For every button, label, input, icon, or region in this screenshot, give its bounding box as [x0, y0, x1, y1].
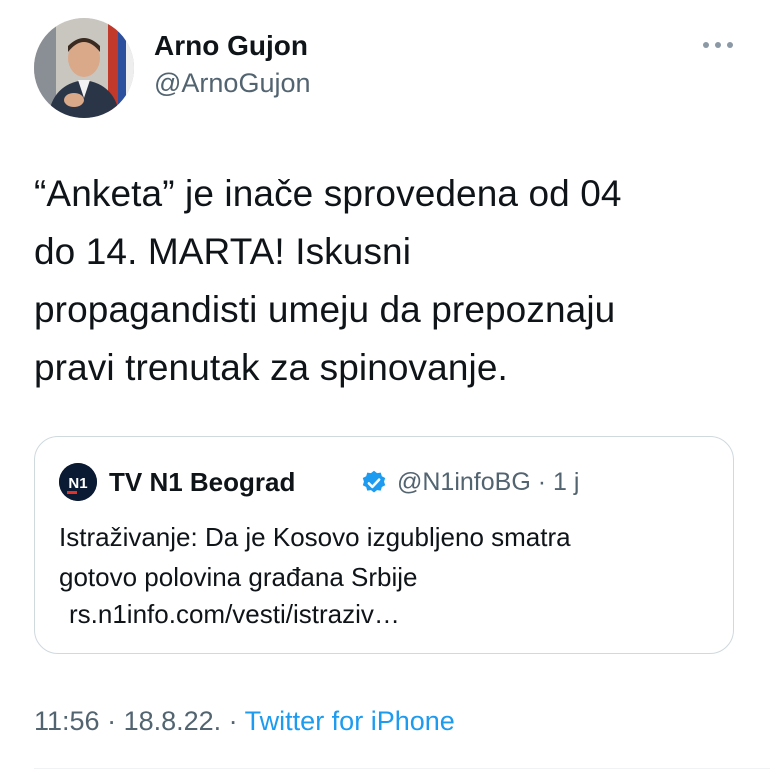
author-name[interactable]: Arno Gujon: [154, 30, 308, 62]
tweet-text-line: do 14. MARTA! Iskusni: [34, 231, 412, 272]
author-handle[interactable]: @ArnoGujon: [154, 68, 311, 99]
tweet-source-link[interactable]: Twitter for iPhone: [245, 706, 455, 736]
quoted-tweet-card[interactable]: N1 TV N1 Beograd @N1infoBG · 1 j Istraži…: [34, 436, 734, 654]
author-avatar[interactable]: [34, 18, 134, 118]
quoted-text-line: Istraživanje: Da je Kosovo izgubljeno sm…: [59, 522, 571, 552]
quoted-text-line: gotovo polovina građana Srbije: [59, 562, 418, 592]
meta-separator: ·: [221, 706, 245, 736]
verified-badge-icon: [360, 469, 388, 497]
tweet-meta: 11:56 · 18.8.22. · Twitter for iPhone: [34, 706, 455, 737]
quoted-link[interactable]: rs.n1info.com/vesti/istraziv…: [69, 599, 400, 630]
divider: [34, 768, 770, 769]
tweet-text: “Anketa” je inače sprovedena od 04 do 14…: [34, 165, 754, 397]
tweet-time[interactable]: 11:56: [34, 706, 100, 736]
tweet-text-line: “Anketa” je inače sprovedena od 04: [34, 173, 622, 214]
quoted-handle-time: @N1infoBG · 1 j: [397, 468, 580, 496]
more-options-icon: [703, 42, 733, 48]
tweet-text-line: pravi trenutak za spinovanje.: [34, 347, 508, 388]
tweet-text-line: propagandisti umeju da prepoznaju: [34, 289, 616, 330]
quoted-author-avatar: N1: [59, 463, 97, 501]
tweet-date[interactable]: 18.8.22.: [124, 706, 222, 736]
svg-text:N1: N1: [68, 475, 87, 492]
more-options-button[interactable]: [694, 30, 742, 60]
quoted-tweet-text: Istraživanje: Da je Kosovo izgubljeno sm…: [59, 517, 709, 597]
meta-separator: ·: [99, 706, 124, 736]
quoted-author-name: TV N1 Beograd: [109, 467, 296, 497]
tweet: Arno Gujon @ArnoGujon “Anketa” je inače …: [0, 0, 770, 776]
